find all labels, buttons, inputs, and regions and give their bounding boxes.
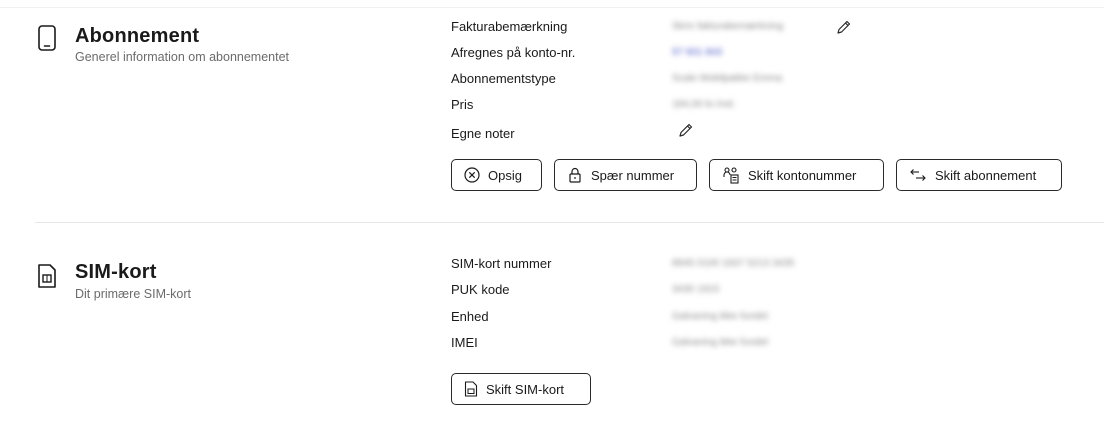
pris-label: Pris <box>451 97 474 112</box>
konto-nr-label: Afregnes på konto-nr. <box>451 45 576 60</box>
sim-card-small-icon <box>464 381 478 397</box>
fakturabemaerkning-label: Fakturabemærkning <box>451 19 568 34</box>
fakturabemaerkning-value: Skriv fakturabemærkning <box>672 21 784 32</box>
enhed-value: Galvaning ikke fundet <box>672 311 769 322</box>
sim-nummer-label: SIM-kort nummer <box>451 256 552 271</box>
swap-arrows-icon <box>910 169 926 181</box>
imei-value: Galvaning ikke fundet <box>672 337 769 348</box>
sim-nummer-value: 8945 0100 1837 5213 3435 <box>672 258 795 269</box>
abonnement-subtitle: Generel information om abonnementet <box>75 50 290 64</box>
skift-abonnement-label: Skift abonnement <box>935 167 1037 183</box>
edit-egne-noter-pencil-icon[interactable] <box>678 122 694 138</box>
opsig-button[interactable]: Opsig <box>451 159 542 191</box>
enhed-label: Enhed <box>451 309 489 324</box>
phone-icon <box>38 25 56 51</box>
spaer-nummer-button[interactable]: Spær nummer <box>554 159 697 191</box>
skift-sim-kort-button[interactable]: Skift SIM-kort <box>451 373 591 405</box>
skift-abonnement-button[interactable]: Skift abonnement <box>896 159 1062 191</box>
abonnementstype-label: Abonnementstype <box>451 71 556 86</box>
edit-fakturabemaerkning-pencil-icon[interactable] <box>836 19 852 35</box>
skift-kontonummer-label: Skift kontonummer <box>748 167 857 183</box>
sim-section: SIM-kort Dit primære SIM-kort SIM-kort n… <box>0 223 1104 423</box>
imei-label: IMEI <box>451 335 478 350</box>
opsig-label: Opsig <box>488 167 522 183</box>
spaer-nummer-label: Spær nummer <box>591 167 675 183</box>
skift-sim-kort-label: Skift SIM-kort <box>486 381 565 397</box>
abonnement-section: Abonnement Generel information om abonne… <box>0 0 1104 222</box>
puk-kode-value: 3430 1915 <box>672 284 720 295</box>
abonnementstype-value: Scale Mobilpakke Emma <box>672 73 783 84</box>
sim-title: SIM-kort <box>75 261 157 283</box>
pris-value: 184,00 kr./md. <box>672 99 736 110</box>
skift-kontonummer-button[interactable]: Skift kontonummer <box>709 159 884 191</box>
sim-subtitle: Dit primære SIM-kort <box>75 287 191 301</box>
puk-kode-label: PUK kode <box>451 282 510 297</box>
account-switch-icon <box>723 167 739 184</box>
lock-icon <box>569 167 581 183</box>
egne-noter-label: Egne noter <box>451 126 515 141</box>
cancel-circle-icon <box>464 167 480 183</box>
abonnement-title: Abonnement <box>75 25 200 47</box>
sim-card-icon <box>38 264 56 288</box>
konto-nr-value[interactable]: 57 601 843 <box>672 47 722 58</box>
